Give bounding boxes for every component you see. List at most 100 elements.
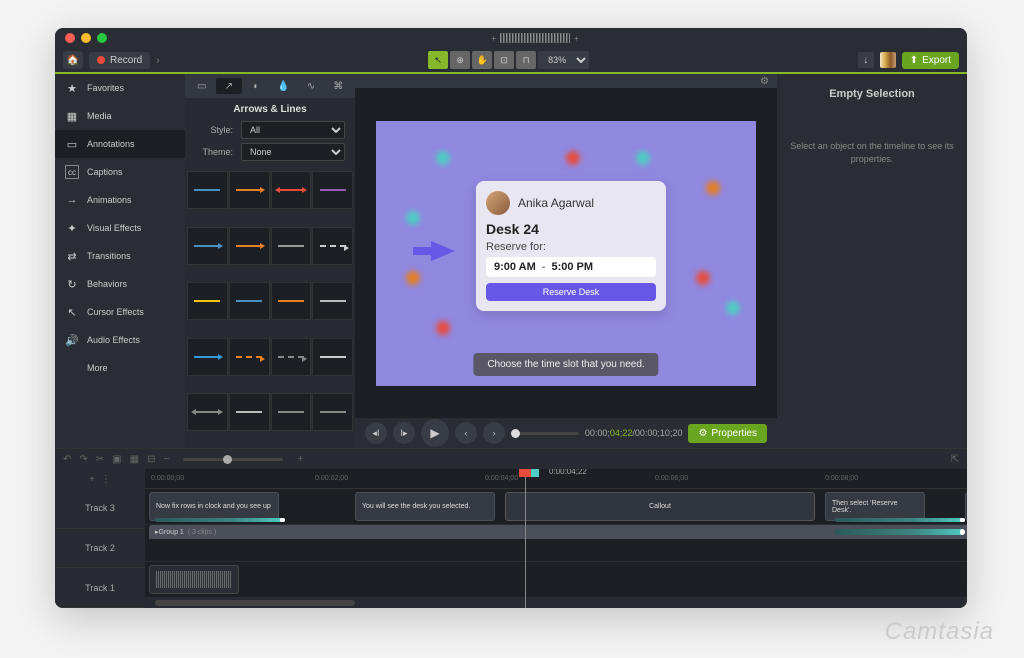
properties-button[interactable]: ⚙Properties (688, 424, 767, 443)
zoom-out-button[interactable]: − (163, 454, 169, 465)
tab-blur[interactable]: 💧 (271, 78, 296, 94)
zoom-handle[interactable] (223, 455, 232, 464)
arrow-swatch[interactable] (187, 282, 228, 320)
close-window[interactable] (65, 33, 75, 43)
arrow-swatch[interactable] (187, 338, 228, 376)
home-button[interactable]: 🏠 (63, 51, 83, 69)
tab-arrows[interactable]: ↗ (216, 78, 241, 94)
tab-sketch[interactable]: ∿ (298, 78, 323, 94)
sidebar-item-audio-effects[interactable]: 🔊Audio Effects (55, 326, 185, 354)
tab-keystroke[interactable]: ⌘ (326, 78, 351, 94)
arrow-swatch[interactable] (271, 171, 312, 209)
prev-frame-button[interactable]: ◂Ⅰ (365, 422, 387, 444)
tracks-area[interactable]: 0:00:00;00 0:00:02;00 0:00:04;00 0:00:06… (145, 469, 967, 608)
tab-shapes[interactable]: ◐ (244, 78, 269, 94)
split-button[interactable]: ⊟ (147, 454, 155, 465)
arrow-swatch[interactable] (271, 393, 312, 431)
style-select[interactable]: All (241, 121, 345, 139)
arrow-swatch[interactable] (271, 338, 312, 376)
sidebar-item-visual-effects[interactable]: ✦Visual Effects (55, 214, 185, 242)
arrow-swatch[interactable] (271, 282, 312, 320)
playhead-marker[interactable] (519, 469, 531, 477)
track-3[interactable]: Now fix rows in clock and you see up You… (145, 489, 967, 525)
reserve-desk-button[interactable]: Reserve Desk (486, 283, 656, 301)
track-label-1[interactable]: Track 1 (55, 568, 145, 608)
cut-button[interactable]: ✂ (96, 454, 104, 465)
canvas-settings-icon[interactable]: ⚙ (760, 76, 769, 87)
sidebar-item-animations[interactable]: →Animations (55, 186, 185, 214)
add-track-button[interactable]: + (89, 474, 95, 485)
arrow-swatch[interactable] (229, 171, 270, 209)
sidebar-item-captions[interactable]: ccCaptions (55, 158, 185, 186)
sidebar-item-more[interactable]: More (55, 354, 185, 382)
arrow-swatch[interactable] (312, 338, 353, 376)
track-menu-button[interactable]: ⋮ (101, 474, 111, 485)
clip-audio[interactable] (149, 565, 239, 594)
arrow-swatch[interactable] (187, 393, 228, 431)
arrow-swatch[interactable] (229, 227, 270, 265)
sidebar-item-transitions[interactable]: ⇄Transitions (55, 242, 185, 270)
theme-select[interactable]: None (241, 143, 345, 161)
scrubber[interactable] (511, 432, 579, 435)
purple-arrow-annotation[interactable] (431, 241, 455, 261)
arrow-swatch[interactable] (187, 227, 228, 265)
chevron-right-icon[interactable]: › (156, 55, 159, 66)
sidebar-item-cursor-effects[interactable]: ↖Cursor Effects (55, 298, 185, 326)
track-1[interactable] (145, 562, 967, 598)
canvas-viewport[interactable]: Anika Agarwal Desk 24 Reserve for: 9:00 … (355, 88, 777, 418)
clip[interactable]: You will see the desk you selected. (355, 492, 495, 521)
back-button[interactable]: ‹ (455, 422, 477, 444)
forward-button[interactable]: › (483, 422, 505, 444)
scrollbar-thumb[interactable] (155, 600, 355, 606)
export-button[interactable]: ⬆ Export (902, 52, 959, 69)
move-tool[interactable]: ⊕ (450, 51, 470, 69)
clip-transition[interactable] (835, 518, 965, 522)
sidebar-item-media[interactable]: ▦Media (55, 102, 185, 130)
arrow-swatch[interactable] (312, 227, 353, 265)
arrow-swatch[interactable] (312, 393, 353, 431)
paste-button[interactable]: ▦ (130, 454, 139, 465)
track-2[interactable]: ▸ Group 1 ( 3 clips ) (145, 525, 967, 561)
zoom-select[interactable]: 83% (538, 51, 589, 69)
clip-transition[interactable] (835, 529, 965, 535)
hand-tool[interactable]: ✋ (472, 51, 492, 69)
magnet-tool[interactable]: ⊓ (516, 51, 536, 69)
arrow-swatch[interactable] (229, 282, 270, 320)
play-button[interactable]: ▶ (421, 419, 449, 447)
clip[interactable]: Now fix rows in clock and you see up (149, 492, 279, 521)
detach-icon[interactable]: ⇱ (951, 454, 959, 465)
arrow-swatch[interactable] (312, 171, 353, 209)
zoom-in-button[interactable]: + (297, 454, 303, 465)
arrow-swatch[interactable] (229, 338, 270, 376)
timeline-scrollbar[interactable] (145, 598, 967, 608)
preview-thumbnail[interactable] (880, 52, 896, 68)
clip[interactable]: Then select 'Reserve Desk'. (825, 492, 925, 521)
arrow-swatch[interactable] (312, 282, 353, 320)
clip[interactable]: Ca (965, 492, 967, 521)
track-label-2[interactable]: Track 2 (55, 529, 145, 569)
undo-button[interactable]: ↶ (63, 454, 71, 465)
tab-callouts[interactable]: ▭ (189, 78, 214, 94)
clip-transition[interactable] (155, 518, 285, 522)
select-tool[interactable]: ↖ (428, 51, 448, 69)
clip-callout[interactable]: Callout (505, 492, 815, 521)
arrow-swatch[interactable] (271, 227, 312, 265)
redo-button[interactable]: ↷ (79, 454, 87, 465)
playhead[interactable]: 0:00:04;22 (525, 469, 526, 608)
crop-tool[interactable]: ⊡ (494, 51, 514, 69)
download-button[interactable]: ↓ (858, 52, 874, 68)
arrow-swatch[interactable] (187, 171, 228, 209)
sidebar-item-favorites[interactable]: ★Favorites (55, 74, 185, 102)
arrow-swatch[interactable] (229, 393, 270, 431)
titlebar: ++ (55, 28, 967, 48)
copy-button[interactable]: ▣ (112, 454, 121, 465)
scrubber-handle[interactable] (511, 429, 520, 438)
sidebar-item-annotations[interactable]: ▭Annotations (55, 130, 185, 158)
next-frame-button[interactable]: Ⅰ▸ (393, 422, 415, 444)
timeline-zoom-slider[interactable] (183, 458, 283, 461)
record-button[interactable]: Record (89, 52, 150, 69)
sidebar-item-behaviors[interactable]: ↻Behaviors (55, 270, 185, 298)
track-label-3[interactable]: Track 3 (55, 489, 145, 529)
minimize-window[interactable] (81, 33, 91, 43)
maximize-window[interactable] (97, 33, 107, 43)
